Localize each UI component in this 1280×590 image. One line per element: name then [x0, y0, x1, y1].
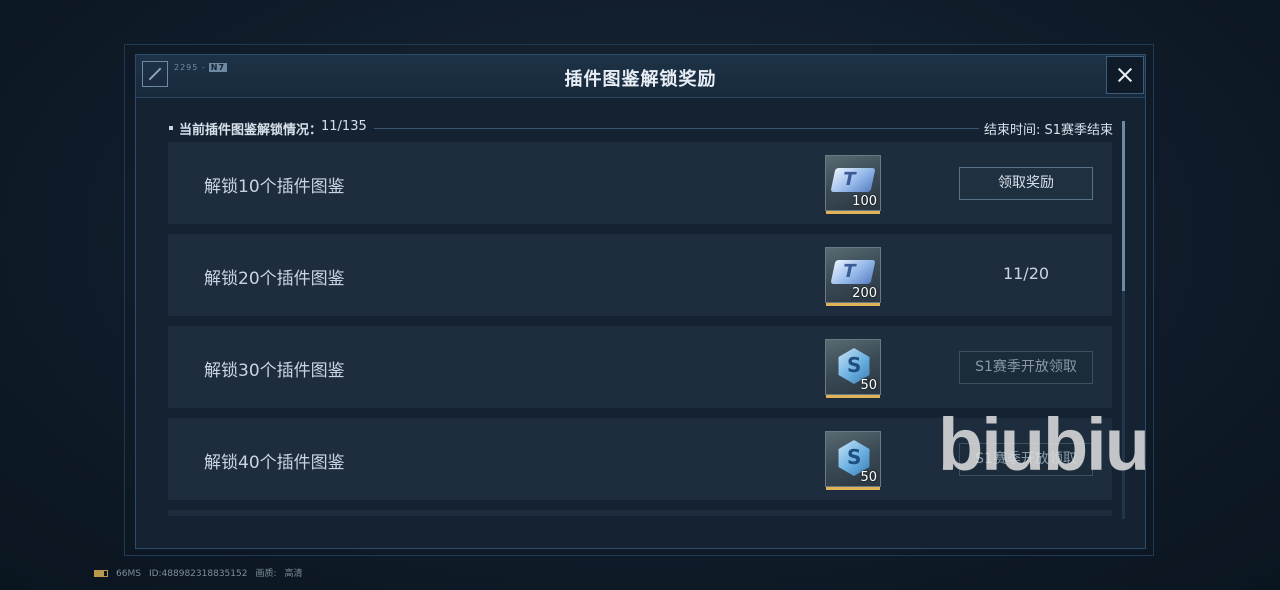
reward-quantity: 100	[852, 194, 877, 209]
reward-title: 解锁40个插件图鉴	[204, 453, 345, 473]
divider	[374, 128, 979, 129]
ticket-icon[interactable]: 200	[825, 247, 881, 306]
rarity-bar	[826, 211, 880, 214]
reward-row-partial	[168, 510, 1112, 516]
reward-title: 解锁30个插件图鉴	[204, 361, 345, 381]
rarity-bar	[826, 395, 880, 398]
latency: 66MS	[116, 569, 141, 579]
bullet-icon	[169, 126, 173, 130]
end-time: 结束时间: S1赛季结束	[983, 123, 1113, 138]
battery-icon	[94, 570, 108, 577]
reward-row: 解锁20个插件图鉴 200 11/20	[168, 234, 1112, 316]
rarity-bar	[826, 303, 880, 306]
dialog-header: 2295 - N7 插件图鉴解锁奖励	[136, 55, 1145, 98]
progress-status: 11/20	[1002, 264, 1050, 283]
reward-row: 解锁30个插件图鉴 50 S1赛季开放领取	[168, 326, 1112, 408]
dialog-title: 插件图鉴解锁奖励	[564, 69, 717, 90]
reward-quantity: 50	[860, 470, 877, 485]
reward-row: 解锁10个插件图鉴 100 领取奖励	[168, 142, 1112, 224]
ticket-graphic	[830, 168, 876, 192]
user-id: ID:488982318835152	[148, 569, 248, 579]
ticket-icon[interactable]: 100	[825, 155, 881, 214]
reward-quantity: 200	[852, 286, 877, 301]
quality-label: 画质:	[255, 569, 277, 579]
ticket-graphic	[830, 260, 876, 284]
reward-title: 解锁20个插件图鉴	[204, 269, 345, 289]
reward-quantity: 50	[860, 378, 877, 393]
season-locked-button[interactable]: S1赛季开放领取	[959, 351, 1093, 384]
rarity-bar	[826, 487, 880, 490]
close-button[interactable]	[1106, 56, 1144, 94]
scrollbar-thumb[interactable]	[1122, 121, 1125, 291]
hex-emblem-icon[interactable]: 50	[825, 339, 881, 398]
game-screen: 2295 - N7 插件图鉴解锁奖励 当前插件图鉴解锁情况： 11/135 结束时…	[0, 0, 1280, 590]
watermark-logo: biubiu	[938, 403, 1150, 486]
footer-status: 66MS ID:488982318835152 画质: 高清	[94, 566, 311, 579]
hex-emblem-icon[interactable]: 50	[825, 431, 881, 490]
claim-reward-button[interactable]: 领取奖励	[959, 167, 1093, 200]
quality-value: 高清	[284, 569, 303, 579]
progress-label: 当前插件图鉴解锁情况：	[179, 123, 323, 138]
unlock-progress-line: 当前插件图鉴解锁情况： 11/135 结束时间: S1赛季结束	[169, 119, 1113, 138]
progress-value: 11/135	[321, 119, 367, 134]
reward-title: 解锁10个插件图鉴	[204, 177, 345, 197]
